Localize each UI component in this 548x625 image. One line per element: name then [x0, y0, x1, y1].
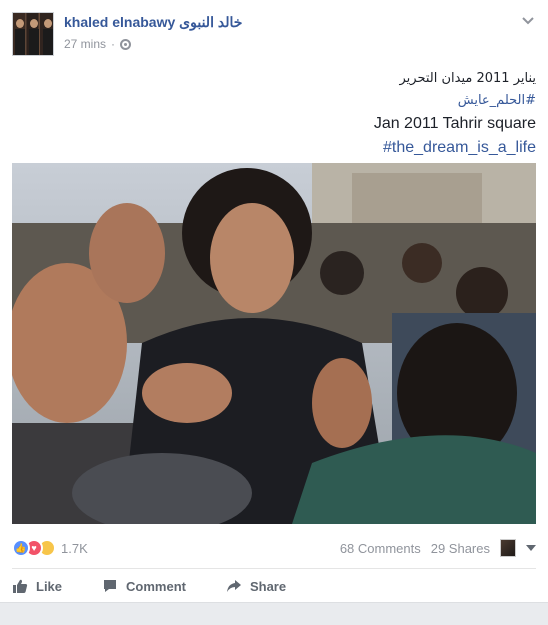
- author-name[interactable]: khaled elnabawy خالد النبوى: [64, 14, 242, 31]
- post-text: يناير 2011 ميدان التحرير #الحلم_عايش Jan…: [374, 68, 536, 160]
- post-line-arabic: يناير 2011 ميدان التحرير: [399, 71, 536, 86]
- like-reaction-icon: 👍: [12, 539, 30, 557]
- dot-separator: ·: [111, 37, 116, 51]
- like-label: Like: [36, 578, 63, 594]
- viewer-avatar[interactable]: [500, 539, 516, 557]
- like-button[interactable]: Like: [12, 578, 62, 594]
- post-line-english: Jan 2011 Tahrir square: [373, 115, 536, 132]
- share-label: Share: [249, 578, 287, 594]
- divider: [12, 568, 536, 569]
- share-icon: [226, 580, 241, 592]
- reactions-summary[interactable]: 👍 ♥ 1.7K: [12, 539, 88, 557]
- stats-right: 68 Comments 29 Shares: [340, 539, 536, 557]
- comment-icon: [104, 580, 117, 592]
- post-stats: 👍 ♥ 1.7K 68 Comments 29 Shares: [12, 538, 536, 558]
- post-card: khaled elnabawy خالد النبوى 27 mins · ين…: [0, 0, 548, 603]
- post-timestamp[interactable]: 27 mins: [64, 37, 106, 51]
- hashtag-english[interactable]: #the_dream_is_a_life: [374, 136, 536, 160]
- action-bar: Like Comment Share: [12, 574, 326, 598]
- thumbs-up-icon: [13, 579, 28, 593]
- hashtag-arabic[interactable]: #الحلم_عايش: [374, 90, 536, 112]
- comment-button[interactable]: Comment: [102, 578, 186, 594]
- author-avatar[interactable]: [12, 12, 54, 56]
- chevron-down-icon[interactable]: [520, 12, 536, 28]
- post-meta: 27 mins ·: [64, 37, 132, 51]
- share-button[interactable]: Share: [226, 578, 286, 594]
- caret-down-icon[interactable]: [526, 545, 536, 551]
- comments-count[interactable]: 68 Comments: [340, 541, 421, 556]
- reaction-count[interactable]: 1.7K: [61, 541, 88, 556]
- shares-count[interactable]: 29 Shares: [431, 541, 490, 556]
- comment-label: Comment: [126, 578, 186, 594]
- globe-icon[interactable]: [120, 38, 132, 50]
- post-photo[interactable]: [12, 163, 536, 524]
